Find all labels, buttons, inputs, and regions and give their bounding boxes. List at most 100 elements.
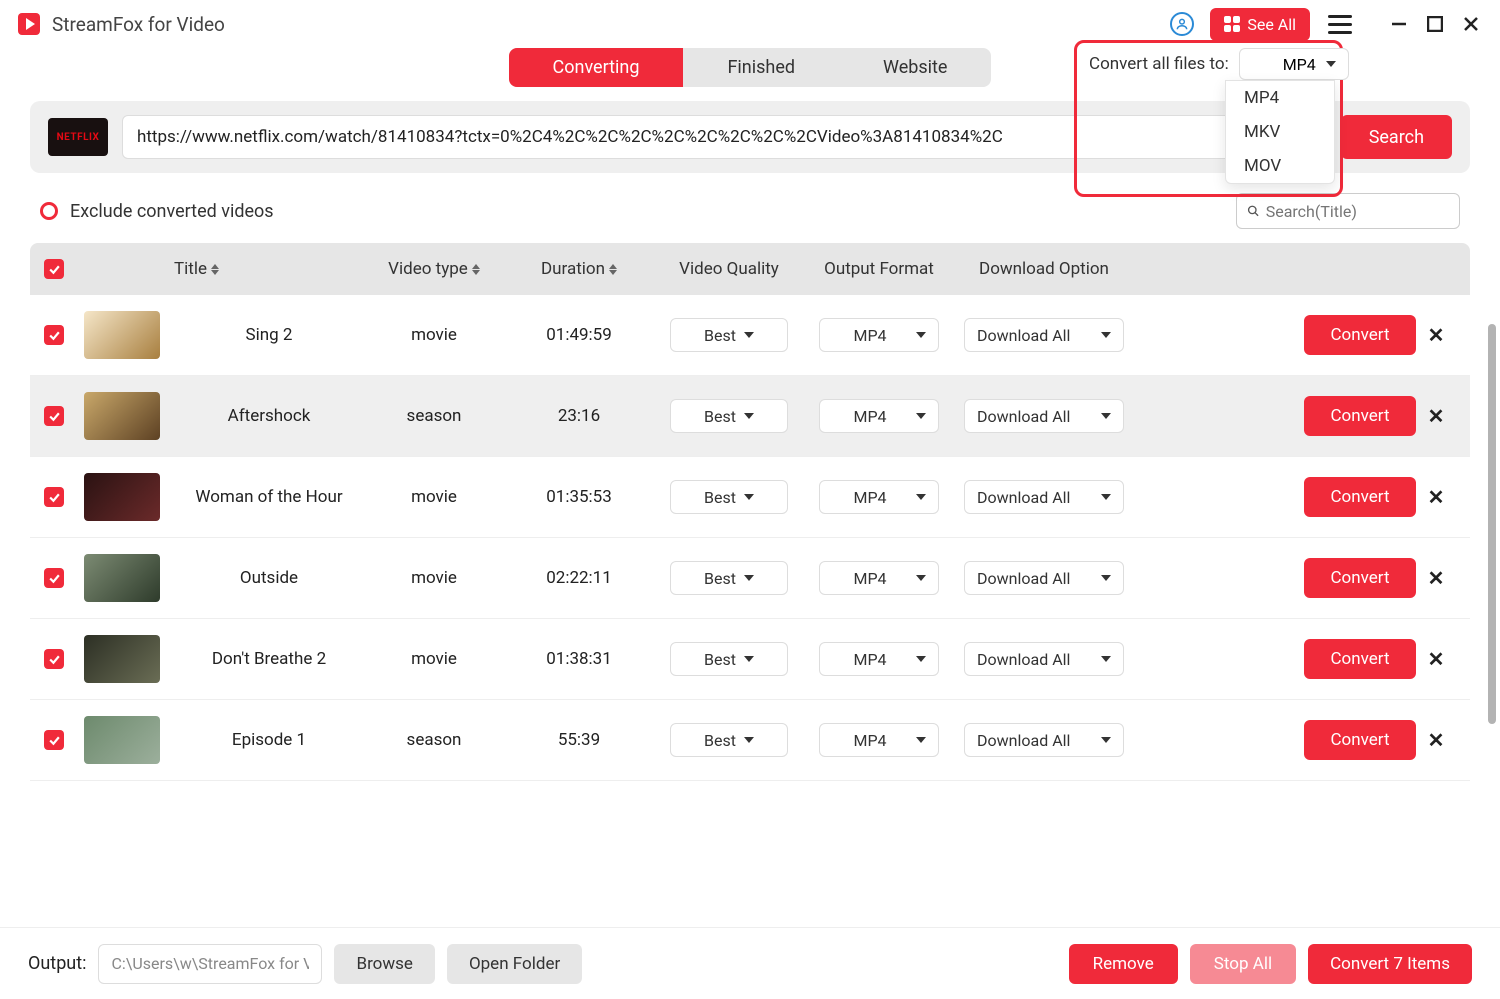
thumbnail-image (84, 473, 160, 521)
stop-all-button[interactable]: Stop All (1190, 944, 1296, 984)
convert-format-value: MP4 (1283, 55, 1316, 74)
header-duration[interactable]: Duration (504, 259, 654, 279)
header-format: Output Format (804, 259, 954, 279)
caret-down-icon (1101, 575, 1111, 581)
format-select[interactable]: MP4 (819, 642, 939, 676)
format-select[interactable]: MP4 (819, 480, 939, 514)
caret-down-icon (744, 575, 754, 581)
caret-down-icon (916, 737, 926, 743)
convert-all-format-select[interactable]: MP4 (1239, 48, 1349, 80)
remove-row-icon[interactable]: ✕ (1416, 485, 1456, 509)
header-quality: Video Quality (654, 259, 804, 279)
exclude-converted-radio[interactable] (40, 202, 58, 220)
format-select[interactable]: MP4 (819, 723, 939, 757)
row-type: season (364, 730, 504, 750)
output-path-input[interactable] (98, 944, 322, 984)
remove-row-icon[interactable]: ✕ (1416, 728, 1456, 752)
thumbnail-image (84, 392, 160, 440)
caret-down-icon (916, 413, 926, 419)
quality-select[interactable]: Best (670, 642, 788, 676)
scrollbar[interactable] (1488, 324, 1496, 724)
format-select[interactable]: MP4 (819, 561, 939, 595)
caret-down-icon (744, 413, 754, 419)
remove-row-icon[interactable]: ✕ (1416, 566, 1456, 590)
tab-website[interactable]: Website (839, 48, 991, 87)
convert-all-button[interactable]: Convert 7 Items (1308, 944, 1472, 984)
select-all-checkbox[interactable] (44, 259, 64, 279)
search-button[interactable]: Search (1341, 115, 1452, 159)
convert-button[interactable]: Convert (1304, 639, 1416, 679)
row-type: season (364, 406, 504, 426)
download-option-select[interactable]: Download All (964, 480, 1124, 514)
format-option-mkv[interactable]: MKV (1226, 115, 1334, 149)
see-all-label: See All (1247, 15, 1296, 34)
format-select[interactable]: MP4 (819, 399, 939, 433)
caret-down-icon (744, 332, 754, 338)
header-title[interactable]: Title (174, 259, 364, 279)
row-checkbox[interactable] (44, 730, 64, 750)
search-title-input[interactable] (1266, 202, 1449, 221)
browse-button[interactable]: Browse (334, 944, 434, 984)
caret-down-icon (916, 575, 926, 581)
quality-select[interactable]: Best (670, 723, 788, 757)
row-checkbox[interactable] (44, 325, 64, 345)
row-title: Woman of the Hour (174, 487, 364, 507)
convert-button[interactable]: Convert (1304, 558, 1416, 598)
row-checkbox[interactable] (44, 406, 64, 426)
download-option-select[interactable]: Download All (964, 399, 1124, 433)
download-option-select[interactable]: Download All (964, 561, 1124, 595)
table-header: Title Video type Duration Video Quality … (30, 243, 1470, 295)
remove-row-icon[interactable]: ✕ (1416, 323, 1456, 347)
caret-down-icon (916, 656, 926, 662)
user-icon[interactable] (1170, 12, 1194, 36)
row-checkbox[interactable] (44, 649, 64, 669)
thumbnail-image (84, 554, 160, 602)
convert-button[interactable]: Convert (1304, 396, 1416, 436)
convert-button[interactable]: Convert (1304, 315, 1416, 355)
quality-select[interactable]: Best (670, 318, 788, 352)
caret-down-icon (744, 494, 754, 500)
download-option-select[interactable]: Download All (964, 723, 1124, 757)
download-option-select[interactable]: Download All (964, 642, 1124, 676)
quality-select[interactable]: Best (670, 561, 788, 595)
thumbnail-image (84, 311, 160, 359)
url-input[interactable] (122, 115, 1327, 159)
remove-row-icon[interactable]: ✕ (1416, 647, 1456, 671)
row-duration: 02:22:11 (504, 568, 654, 588)
row-title: Don't Breathe 2 (174, 649, 364, 669)
quality-select[interactable]: Best (670, 399, 788, 433)
close-button[interactable] (1460, 13, 1482, 35)
output-label: Output: (28, 953, 86, 974)
see-all-button[interactable]: See All (1210, 8, 1310, 41)
open-folder-button[interactable]: Open Folder (447, 944, 582, 984)
format-option-mov[interactable]: MOV (1226, 149, 1334, 183)
convert-button[interactable]: Convert (1304, 720, 1416, 760)
row-title: Outside (174, 568, 364, 588)
table-row: Woman of the Hour movie 01:35:53 Best MP… (30, 457, 1470, 538)
row-type: movie (364, 568, 504, 588)
search-title-field[interactable] (1236, 193, 1460, 229)
convert-button[interactable]: Convert (1304, 477, 1416, 517)
row-duration: 01:35:53 (504, 487, 654, 507)
maximize-button[interactable] (1424, 13, 1446, 35)
remove-row-icon[interactable]: ✕ (1416, 404, 1456, 428)
thumbnail-image (84, 716, 160, 764)
tab-converting[interactable]: Converting (509, 48, 684, 87)
header-type[interactable]: Video type (364, 259, 504, 279)
row-checkbox[interactable] (44, 568, 64, 588)
remove-button[interactable]: Remove (1069, 944, 1178, 984)
quality-select[interactable]: Best (670, 480, 788, 514)
search-icon (1247, 204, 1260, 218)
table-row: Sing 2 movie 01:49:59 Best MP4 Download … (30, 295, 1470, 376)
download-option-select[interactable]: Download All (964, 318, 1124, 352)
main-tabs: Converting Finished Website (509, 48, 992, 87)
menu-icon[interactable] (1328, 15, 1352, 34)
tab-finished[interactable]: Finished (683, 48, 839, 87)
caret-down-icon (1101, 494, 1111, 500)
minimize-button[interactable] (1388, 13, 1410, 35)
caret-down-icon (744, 656, 754, 662)
row-checkbox[interactable] (44, 487, 64, 507)
format-option-mp4[interactable]: MP4 (1226, 81, 1334, 115)
row-title: Sing 2 (174, 325, 364, 345)
format-select[interactable]: MP4 (819, 318, 939, 352)
